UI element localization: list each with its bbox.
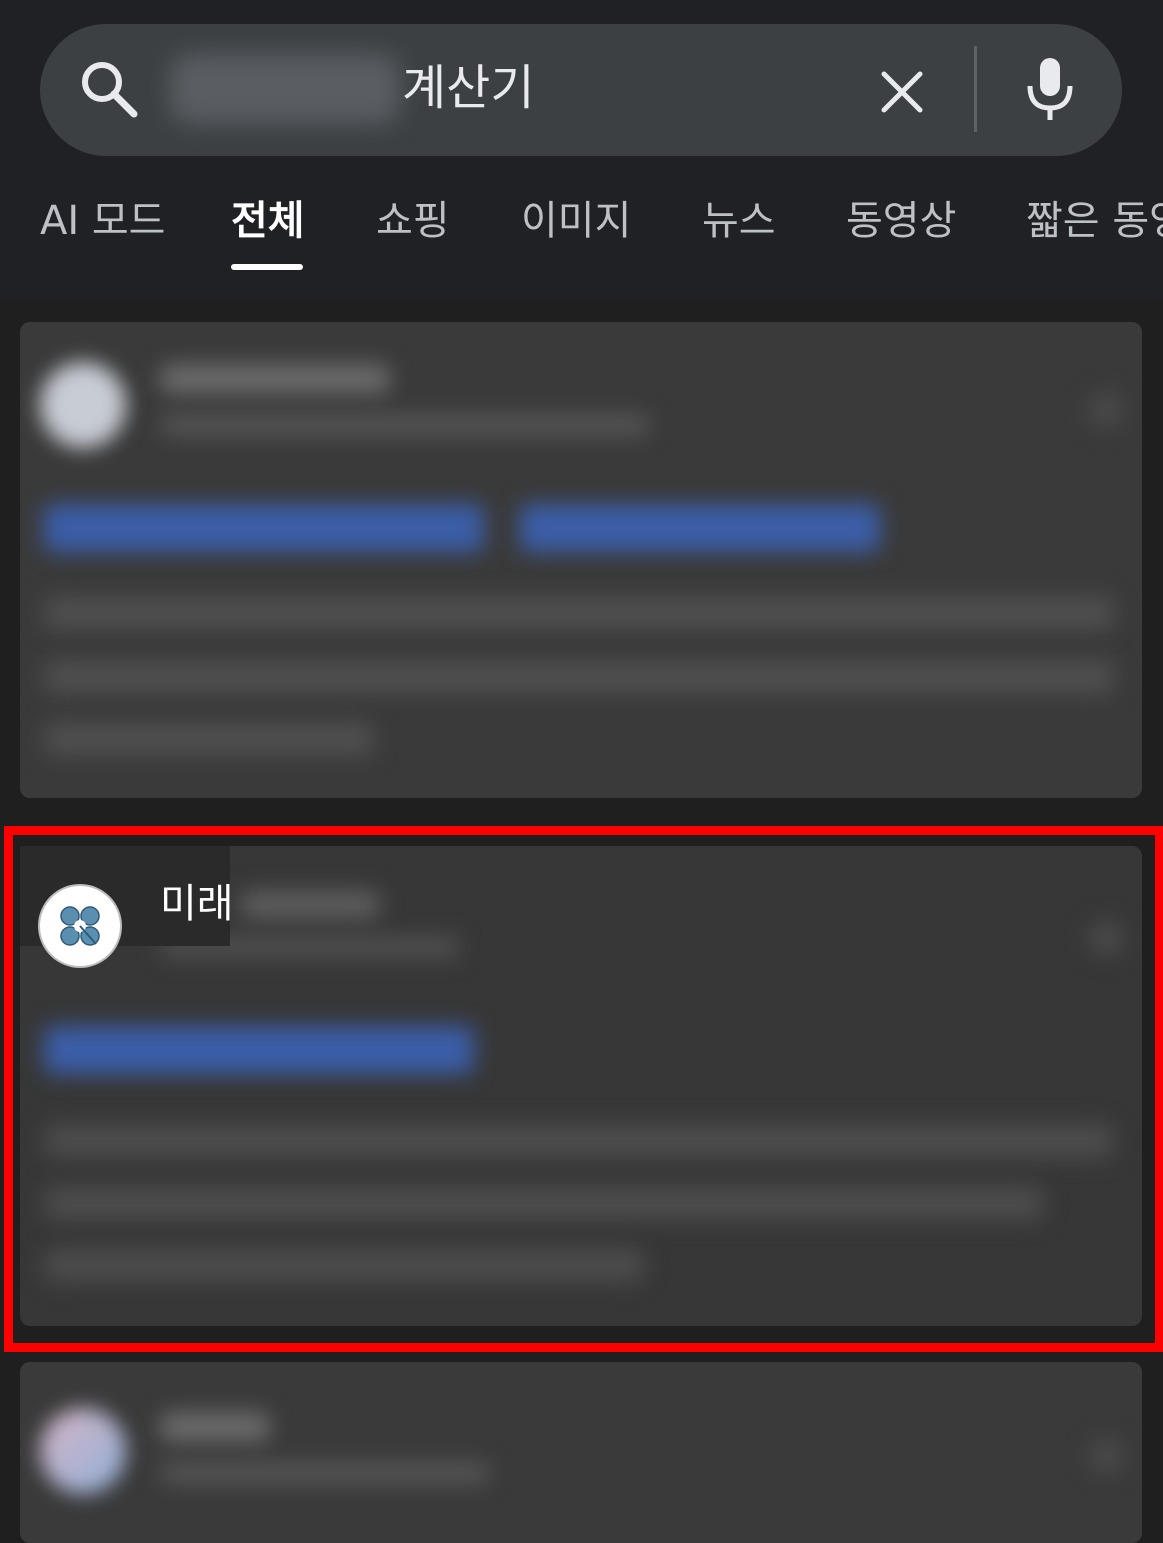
blurred-snippet-line [44, 722, 374, 756]
highlight-box [4, 826, 1163, 1352]
site-favicon-icon [40, 1408, 126, 1494]
search-result-card[interactable] [20, 1362, 1142, 1543]
blurred-query-prefix [170, 54, 400, 124]
more-options-icon[interactable] [1088, 1438, 1124, 1474]
search-tabs: AI 모드 전체 쇼핑 이미지 뉴스 동영상 짧은 동영 [0, 186, 1163, 276]
search-icon[interactable] [76, 56, 140, 120]
blurred-site-url [160, 414, 650, 436]
search-query[interactable]: 계산기 [402, 56, 534, 120]
blurred-result-title[interactable] [44, 504, 484, 552]
tab-ai-mode[interactable]: AI 모드 [40, 186, 165, 256]
blurred-snippet-line [44, 596, 1114, 630]
site-favicon-icon [40, 362, 126, 448]
more-options-icon[interactable] [1088, 392, 1124, 428]
blurred-site-url [160, 1462, 490, 1484]
close-icon[interactable] [872, 62, 932, 122]
blurred-snippet-line [44, 660, 1114, 694]
microphone-icon[interactable] [1020, 54, 1080, 126]
blurred-site-name [160, 364, 390, 394]
blurred-result-title-2[interactable] [520, 504, 880, 552]
tab-all[interactable]: 전체 [231, 186, 305, 256]
tab-images[interactable]: 이미지 [521, 186, 631, 256]
active-tab-indicator [231, 264, 303, 270]
tab-videos[interactable]: 동영상 [846, 186, 956, 256]
search-divider [974, 46, 977, 132]
tab-shopping[interactable]: 쇼핑 [376, 186, 450, 256]
tab-news[interactable]: 뉴스 [702, 186, 776, 256]
search-result-card[interactable] [20, 322, 1142, 798]
tab-short-videos[interactable]: 짧은 동영 [1026, 186, 1163, 256]
blurred-site-name [160, 1412, 270, 1442]
